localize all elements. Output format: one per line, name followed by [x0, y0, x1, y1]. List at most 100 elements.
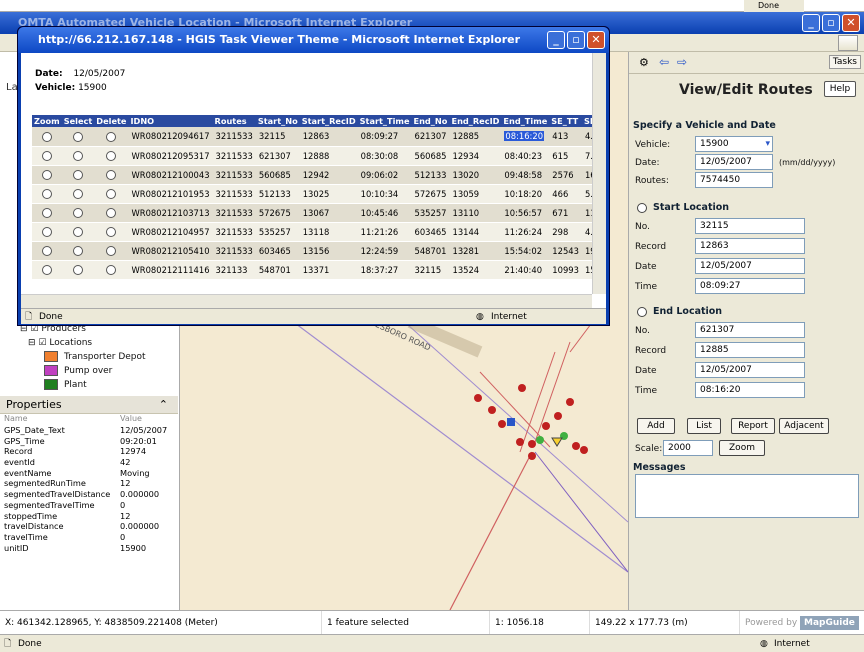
zoom-radio[interactable]: [41, 169, 52, 180]
table-row[interactable]: WR080212103713 3211533 572675 13067 10:45:46…: [32, 203, 606, 223]
zoom-radio[interactable]: [41, 207, 52, 218]
property-row[interactable]: eventName Moving: [0, 468, 178, 479]
layer-item[interactable]: Transporter Depot: [44, 350, 146, 364]
table-row[interactable]: WR080212094617 3211533 32115 12863 08:09:27 6…: [32, 127, 606, 147]
layer-item[interactable]: Plant: [44, 378, 87, 392]
column-header[interactable]: IDNO: [128, 115, 213, 127]
start-time-input[interactable]: 08:09:27: [695, 278, 805, 294]
route-point[interactable]: [536, 436, 544, 444]
select-radio[interactable]: [73, 169, 83, 180]
help-button[interactable]: Help: [824, 81, 856, 97]
vertical-scrollbar[interactable]: [592, 53, 606, 294]
scale-input[interactable]: 2000: [663, 440, 713, 456]
route-point[interactable]: [488, 406, 496, 414]
column-header[interactable]: Select: [61, 115, 95, 127]
select-radio[interactable]: [73, 226, 83, 237]
select-radio[interactable]: [73, 245, 83, 256]
messages-box[interactable]: [635, 474, 859, 518]
layer-item[interactable]: Pump over: [44, 364, 112, 378]
end-location-radio[interactable]: [637, 307, 647, 317]
select-radio[interactable]: [73, 188, 83, 199]
route-point[interactable]: [474, 394, 482, 402]
end-no-input[interactable]: 621307: [695, 322, 805, 338]
delete-radio[interactable]: [106, 131, 117, 142]
zoom-radio[interactable]: [41, 188, 52, 199]
adjacent-button[interactable]: Adjacent: [779, 418, 829, 434]
table-row[interactable]: WR080212101953 3211533 512133 13025 10:10:34…: [32, 184, 606, 204]
route-point[interactable]: [572, 442, 580, 450]
settings-icon[interactable]: ⚙: [639, 56, 649, 69]
property-row[interactable]: segmentedTravelTime 0: [0, 500, 178, 511]
delete-radio[interactable]: [106, 207, 117, 218]
zoom-radio[interactable]: [41, 150, 52, 161]
table-row[interactable]: WR080212095317 3211533 621307 12888 08:30:08…: [32, 146, 606, 166]
column-header[interactable]: Start_Time: [357, 115, 412, 127]
route-point[interactable]: [566, 398, 574, 406]
delete-radio[interactable]: [106, 150, 117, 161]
property-row[interactable]: segmentedRunTime 12: [0, 478, 178, 489]
list-button[interactable]: List: [687, 418, 721, 434]
column-header[interactable]: End_Time: [501, 115, 550, 127]
select-radio[interactable]: [73, 264, 83, 275]
layer-toggle-icon[interactable]: ⊟ ☑: [28, 338, 49, 348]
zoom-button[interactable]: Zoom: [719, 440, 765, 456]
table-row[interactable]: WR080212100043 3211533 560685 12942 09:06:02…: [32, 165, 606, 185]
date-input[interactable]: 12/05/2007: [695, 154, 773, 170]
delete-radio[interactable]: [106, 169, 117, 180]
select-radio[interactable]: [73, 150, 83, 161]
column-header[interactable]: Start_No: [255, 115, 300, 127]
route-point[interactable]: [498, 420, 506, 428]
zoom-radio[interactable]: [41, 131, 52, 142]
route-point[interactable]: [554, 412, 562, 420]
property-row[interactable]: GPS_Time 09:20:01: [0, 436, 178, 447]
collapse-icon[interactable]: ⌃: [159, 396, 168, 414]
property-row[interactable]: segmentedTravelDistance 0.000000: [0, 489, 178, 500]
route-point[interactable]: [518, 384, 526, 392]
selected-segment-marker[interactable]: [551, 437, 563, 447]
property-row[interactable]: stoppedTime 12: [0, 511, 178, 522]
horizontal-scrollbar[interactable]: [21, 294, 592, 308]
start-location-radio[interactable]: [637, 203, 647, 213]
close-icon[interactable]: ✕: [842, 14, 860, 32]
property-row[interactable]: eventId 42: [0, 457, 178, 468]
delete-radio[interactable]: [106, 264, 117, 275]
column-header[interactable]: End_RecID: [449, 115, 502, 127]
property-row[interactable]: travelDistance 0.000000: [0, 521, 178, 532]
layer-item[interactable]: ⊟ ☑ Locations: [28, 336, 92, 350]
zoom-radio[interactable]: [41, 264, 52, 275]
start-no-input[interactable]: 32115: [695, 218, 805, 234]
route-point[interactable]: [528, 440, 536, 448]
end-record-input[interactable]: 12885: [695, 342, 805, 358]
forward-icon[interactable]: ⇨: [677, 55, 687, 69]
column-header[interactable]: Start_RecID: [299, 115, 358, 127]
property-row[interactable]: Record 12974: [0, 446, 178, 457]
delete-radio[interactable]: [106, 188, 117, 199]
delete-radio[interactable]: [106, 245, 117, 256]
table-row[interactable]: WR080212111416 321133 548701 13371 18:37:27 3…: [32, 260, 606, 280]
property-row[interactable]: unitID 15900: [0, 543, 178, 554]
column-header[interactable]: Routes: [212, 115, 256, 127]
minimize-icon[interactable]: _: [802, 14, 820, 32]
table-row[interactable]: WR080212105410 3211533 603465 13156 12:24:59…: [32, 241, 606, 261]
route-point[interactable]: [580, 446, 588, 454]
tasks-button[interactable]: Tasks: [828, 55, 861, 69]
popup-close-icon[interactable]: ✕: [587, 31, 605, 49]
column-header[interactable]: SE_TT: [549, 115, 582, 127]
column-header[interactable]: Zoom: [32, 115, 62, 127]
delete-radio[interactable]: [106, 226, 117, 237]
table-row[interactable]: WR080212104957 3211533 535257 13118 11:21:26…: [32, 222, 606, 242]
select-radio[interactable]: [73, 207, 83, 218]
end-date-input[interactable]: 12/05/2007: [695, 362, 805, 378]
end-time-input[interactable]: 08:16:20: [695, 382, 805, 398]
back-icon[interactable]: ⇦: [659, 55, 669, 69]
zoom-radio[interactable]: [41, 245, 52, 256]
zoom-radio[interactable]: [41, 226, 52, 237]
routes-input[interactable]: 7574450: [695, 172, 773, 188]
column-header[interactable]: Delete: [94, 115, 129, 127]
vehicle-select[interactable]: 15900 ▾: [695, 136, 773, 152]
add-button[interactable]: Add: [637, 418, 675, 434]
report-button[interactable]: Report: [731, 418, 775, 434]
start-record-input[interactable]: 12863: [695, 238, 805, 254]
property-row[interactable]: GPS_Date_Text 12/05/2007: [0, 425, 178, 436]
column-header[interactable]: End_No: [411, 115, 450, 127]
